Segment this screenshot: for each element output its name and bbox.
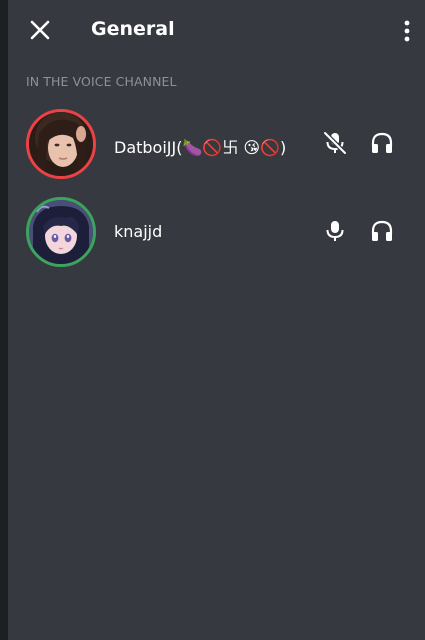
mic-toggle-button[interactable]: [322, 130, 348, 156]
member-name: DatboiJJ(🍆🚫卐 😘🚫): [114, 138, 287, 157]
more-options-button[interactable]: [399, 18, 415, 44]
headphones-toggle-button[interactable]: [369, 130, 395, 156]
close-button[interactable]: [26, 16, 54, 44]
microphone-muted-icon: [323, 131, 347, 155]
headphones-icon: [371, 132, 393, 153]
header: General: [8, 0, 425, 62]
avatar-image: [29, 200, 93, 264]
voice-channel-screen: General IN THE VOICE CHANNEL DatboiJJ(🍆🚫…: [8, 0, 425, 640]
avatar: [26, 197, 96, 267]
member-name: knajjd: [114, 222, 163, 241]
microphone-icon: [326, 221, 344, 241]
headphones-toggle-button[interactable]: [369, 218, 395, 244]
avatar: [26, 109, 96, 179]
section-header: IN THE VOICE CHANNEL: [26, 74, 177, 89]
mic-toggle-button[interactable]: [322, 218, 348, 244]
more-vertical-icon: [404, 20, 410, 42]
headphones-icon: [371, 220, 393, 241]
member-row[interactable]: knajjd: [8, 194, 425, 270]
member-row[interactable]: DatboiJJ(🍆🚫卐 😘🚫): [8, 106, 425, 182]
channel-title: General: [91, 18, 175, 40]
close-icon: [30, 20, 50, 40]
avatar-image: [29, 112, 93, 176]
